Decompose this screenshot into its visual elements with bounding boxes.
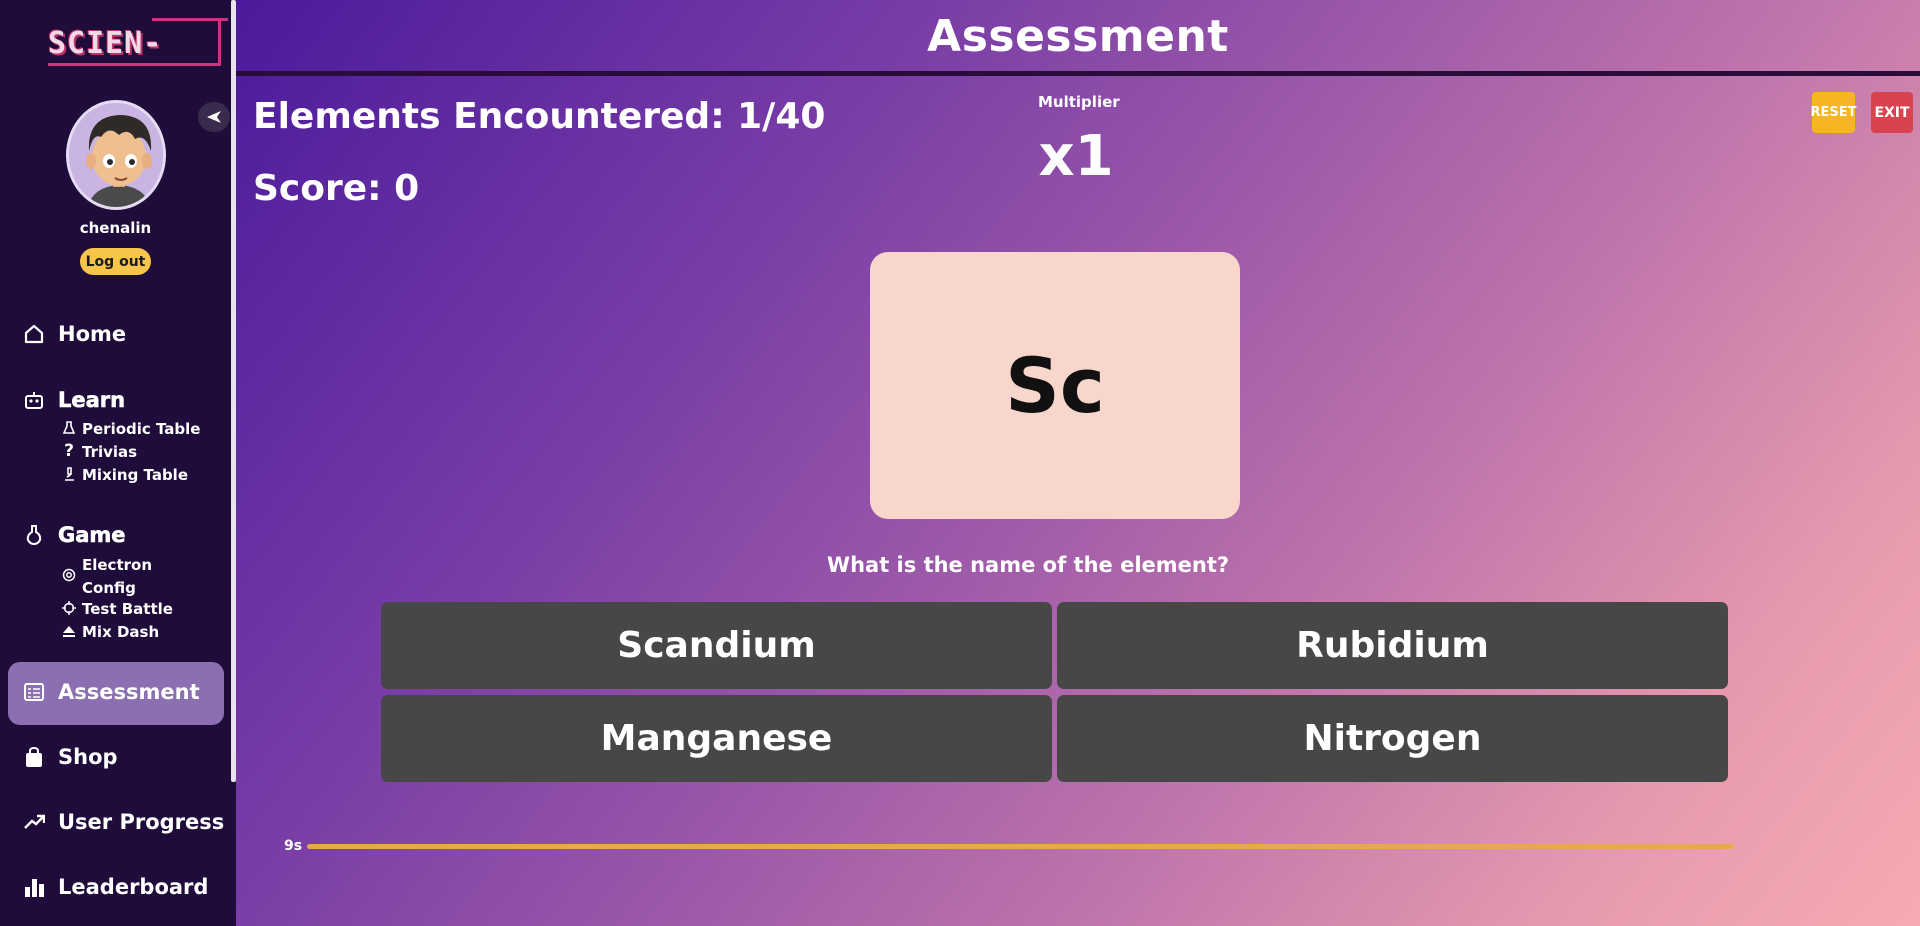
- nav-subitem-label: Periodic Table: [82, 420, 201, 438]
- bar-chart-icon: [22, 875, 46, 899]
- crosshair-icon: [62, 600, 76, 616]
- shopping-bag-icon: [22, 745, 46, 769]
- avatar-image: [69, 103, 163, 207]
- potion-icon: [22, 523, 46, 547]
- nav-label: Home: [58, 322, 127, 346]
- nav-subitem-periodic-table[interactable]: Periodic Table: [62, 420, 200, 438]
- answer-button-1[interactable]: Scandium: [381, 602, 1052, 689]
- nav-subitem-test-battle[interactable]: Test Battle: [62, 600, 173, 618]
- nav-subitem-label: Test Battle: [82, 600, 173, 618]
- target-icon: [62, 567, 76, 583]
- page-header: Assessment: [236, 0, 1920, 72]
- nav-item-assessment[interactable]: Assessment: [22, 680, 200, 704]
- nav-subitem-electron-config[interactable]: Electron Config: [62, 554, 152, 600]
- arrow-left-icon: [207, 111, 221, 123]
- microscope-icon: [62, 466, 76, 482]
- nav-subitem-mixing-table[interactable]: Mixing Table: [62, 466, 188, 484]
- nav-item-home[interactable]: Home: [22, 322, 126, 346]
- nav-subitem-trivias[interactable]: ? Trivias: [62, 441, 138, 461]
- answer-button-3[interactable]: Manganese: [381, 695, 1052, 782]
- nav-label: Game: [58, 523, 126, 548]
- score: Score: 0: [253, 168, 420, 209]
- timer-fill: [307, 844, 1734, 849]
- nav-item-game[interactable]: Game: [22, 523, 126, 547]
- assessment-icon: [22, 680, 46, 704]
- question-text: What is the name of the element?: [826, 553, 1230, 577]
- nav-label: Learn: [58, 388, 126, 413]
- robot-icon: [22, 388, 46, 412]
- question-icon: ?: [64, 441, 74, 461]
- multiplier-value: x1: [1038, 124, 1114, 189]
- nav-item-shop[interactable]: Shop: [22, 745, 118, 769]
- logo-text: SCIEN-: [48, 26, 163, 61]
- sidebar: SCIEN- chenalin Log out Home Learn Perio…: [0, 0, 236, 926]
- page-title: Assessment: [927, 10, 1229, 62]
- timer-bar: [307, 844, 1734, 849]
- logout-button[interactable]: Log out: [80, 248, 151, 275]
- nav-label: User Progress: [58, 810, 225, 834]
- multiplier-label: Multiplier: [1038, 93, 1120, 111]
- collapse-sidebar-button[interactable]: [198, 102, 230, 132]
- nav-subitem-label: Trivias: [82, 443, 138, 461]
- nav-label: Leaderboard: [58, 875, 209, 899]
- flask-icon: [62, 420, 76, 436]
- app-logo[interactable]: SCIEN-: [44, 16, 228, 68]
- trending-up-icon: [22, 810, 46, 834]
- home-icon: [22, 322, 46, 346]
- answer-button-2[interactable]: Rubidium: [1057, 602, 1728, 689]
- eject-icon: [62, 623, 76, 639]
- nav-subitem-mix-dash[interactable]: Mix Dash: [62, 623, 159, 641]
- nav-item-learn[interactable]: Learn: [22, 388, 125, 412]
- element-card: Sc: [870, 252, 1240, 519]
- nav-subitem-label: Mixing Table: [82, 466, 188, 484]
- avatar: [66, 100, 166, 210]
- logo-bar: [218, 18, 221, 64]
- main-content: Assessment Elements Encountered: 1/40 Sc…: [236, 0, 1920, 926]
- nav-label: Shop: [58, 745, 118, 769]
- username: chenalin: [79, 219, 152, 237]
- nav-label: Assessment: [58, 680, 200, 704]
- nav-item-user-progress[interactable]: User Progress: [22, 810, 224, 834]
- element-symbol: Sc: [1005, 341, 1105, 430]
- timer-label: 9s: [284, 838, 303, 854]
- header-divider: [236, 71, 1920, 76]
- reset-button[interactable]: RESET: [1811, 92, 1857, 133]
- elements-encountered: Elements Encountered: 1/40: [253, 96, 826, 137]
- logo-bar: [48, 63, 221, 66]
- nav-subitem-label: Mix Dash: [82, 623, 160, 641]
- logo-bar: [152, 18, 228, 21]
- nav-item-leaderboard[interactable]: Leaderboard: [22, 875, 208, 899]
- nav-subitem-label: Electron: [82, 556, 153, 574]
- nav-subitem-label: Config: [82, 579, 136, 597]
- exit-button[interactable]: EXIT: [1871, 92, 1913, 133]
- answer-button-4[interactable]: Nitrogen: [1057, 695, 1728, 782]
